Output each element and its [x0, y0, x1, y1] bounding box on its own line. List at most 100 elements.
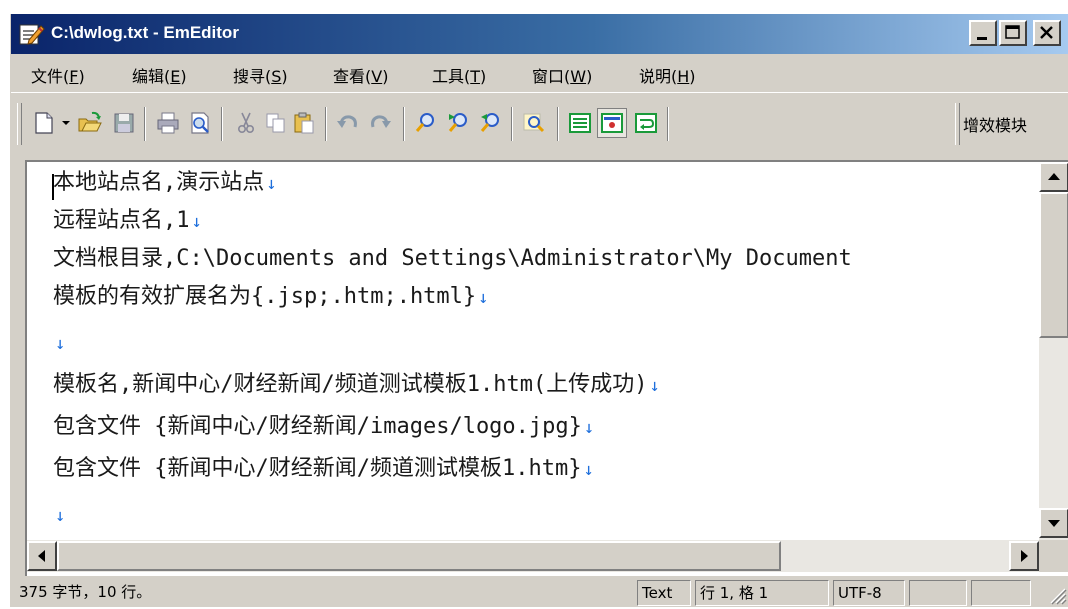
copy-icon — [266, 113, 285, 133]
toolbar-separator — [144, 107, 146, 141]
show-marks-icon — [601, 113, 623, 133]
redo-button[interactable] — [367, 110, 393, 136]
horizontal-scrollbar[interactable] — [27, 540, 1039, 572]
arrow-up-icon — [1048, 173, 1060, 180]
scroll-left-button[interactable] — [27, 541, 57, 571]
open-button[interactable] — [77, 110, 103, 136]
text-area[interactable]: 本地站点名,演示站点 ↓ 远程站点名,1 ↓ 文档根目录,C:\Documents … — [27, 162, 1039, 540]
find-button[interactable] — [413, 110, 439, 136]
menu-edit[interactable]: 编辑(E) — [132, 63, 187, 87]
find-icon — [415, 113, 434, 132]
menu-window[interactable]: 窗口(W) — [532, 63, 592, 87]
maximize-button[interactable] — [999, 20, 1027, 46]
text-line[interactable]: 本地站点名,演示站点 ↓ — [53, 164, 277, 202]
word-wrap-icon — [569, 113, 591, 133]
menu-help[interactable]: 说明(H) — [639, 63, 696, 87]
title-bar[interactable]: C:\dwlog.txt - EmEditor — [11, 14, 1068, 54]
editor-pane[interactable]: 本地站点名,演示站点 ↓ 远程站点名,1 ↓ 文档根目录,C:\Documents … — [25, 160, 1068, 576]
close-button[interactable] — [1033, 20, 1061, 46]
undo-icon — [337, 115, 357, 128]
cut-icon — [238, 112, 255, 134]
new-file-button[interactable] — [31, 110, 57, 136]
vertical-scroll-thumb[interactable] — [1039, 192, 1068, 338]
status-position[interactable]: 行 1, 格 1 — [695, 580, 829, 606]
status-bar: 375 字节，10 行。 Text 行 1, 格 1 UTF-8 — [11, 577, 1068, 607]
find-previous-icon — [480, 113, 499, 132]
arrow-down-icon — [1048, 520, 1060, 527]
highlight-search-button[interactable] — [521, 110, 547, 136]
eol-marker: ↓ — [583, 418, 595, 438]
emeditor-window: C:\dwlog.txt - EmEditor 文件(F) 编辑(E) 搜寻(S… — [10, 14, 1068, 607]
plugins-toolbar-label[interactable]: 增效模块 — [963, 112, 1027, 136]
toolbar-separator — [511, 107, 513, 141]
save-button[interactable] — [111, 110, 137, 136]
toolbar-separator — [325, 107, 327, 141]
word-wrap-button[interactable] — [567, 110, 593, 136]
window-title: C:\dwlog.txt - EmEditor — [51, 23, 239, 42]
toolbar-separator — [403, 107, 405, 141]
scroll-right-button[interactable] — [1009, 541, 1039, 571]
eol-marker: ↓ — [478, 288, 489, 308]
text-line[interactable]: 包含文件 {新闻中心/财经新闻/频道测试模板1.htm} ↓ — [53, 450, 594, 488]
maximize-icon — [1005, 25, 1020, 39]
copy-button[interactable] — [263, 110, 289, 136]
find-previous-button[interactable] — [477, 110, 503, 136]
scroll-up-button[interactable] — [1039, 162, 1068, 192]
save-icon — [114, 113, 134, 133]
emeditor-app-icon[interactable] — [19, 22, 45, 46]
eol-marker: ↓ — [191, 212, 202, 232]
print-icon — [157, 112, 179, 134]
status-encoding[interactable]: UTF-8 — [833, 580, 905, 606]
paste-button[interactable] — [291, 110, 317, 136]
vertical-scrollbar[interactable] — [1039, 162, 1068, 540]
toolbar: 增效模块 — [11, 92, 1068, 157]
menu-tools[interactable]: 工具(T) — [432, 63, 486, 87]
text-line[interactable]: 文档根目录,C:\Documents and Settings\Administ… — [53, 240, 852, 278]
text-line[interactable]: 模板的有效扩展名为{.jsp;.htm;.html} ↓ — [53, 278, 488, 316]
print-preview-icon — [191, 112, 209, 134]
toggle-wrap-button[interactable] — [633, 110, 659, 136]
resize-grip-icon[interactable] — [1045, 583, 1067, 605]
menu-search[interactable]: 搜寻(S) — [233, 63, 288, 87]
toolbar-separator — [221, 107, 223, 141]
scroll-down-button[interactable] — [1039, 508, 1068, 538]
text-line[interactable]: 模板名,新闻中心/财经新闻/频道测试模板1.htm(上传成功) ↓ — [53, 366, 660, 404]
toolbar-separator — [667, 107, 669, 141]
menu-bar: 文件(F) 编辑(E) 搜寻(S) 查看(V) 工具(T) 窗口(W) 说明(H… — [11, 54, 1068, 92]
find-next-icon — [448, 113, 467, 132]
status-pane-empty — [971, 580, 1031, 606]
text-line[interactable]: 包含文件 {新闻中心/财经新闻/images/logo.jpg} ↓ — [53, 408, 594, 446]
text-line[interactable]: ↓ — [53, 324, 65, 362]
print-preview-button[interactable] — [187, 110, 213, 136]
eol-marker: ↓ — [266, 174, 277, 194]
eol-marker: ↓ — [649, 376, 660, 396]
cut-button[interactable] — [233, 110, 259, 136]
new-file-dropdown[interactable] — [59, 110, 73, 136]
toolbar-grip[interactable] — [17, 103, 22, 145]
minimize-button[interactable] — [969, 20, 997, 46]
text-line[interactable]: ↓ — [53, 496, 65, 534]
arrow-right-icon — [1021, 550, 1028, 562]
menu-file[interactable]: 文件(F) — [31, 63, 85, 87]
status-info: 375 字节，10 行。 — [19, 583, 152, 601]
show-marks-button[interactable] — [597, 108, 627, 138]
print-button[interactable] — [155, 110, 181, 136]
status-pane-empty — [909, 580, 967, 606]
menu-view[interactable]: 查看(V) — [333, 63, 388, 87]
paste-icon — [294, 112, 314, 134]
highlight-search-icon — [523, 113, 545, 133]
dropdown-arrow-icon — [62, 121, 70, 125]
eol-marker: ↓ — [55, 506, 66, 526]
minimize-icon — [977, 37, 987, 40]
status-mode[interactable]: Text — [637, 580, 691, 606]
find-next-button[interactable] — [445, 110, 471, 136]
toolbar-grip[interactable] — [955, 103, 960, 145]
eol-marker: ↓ — [583, 460, 594, 480]
toggle-wrap-icon — [635, 113, 657, 133]
text-line[interactable]: 远程站点名,1 ↓ — [53, 202, 202, 240]
scrollbar-corner — [1039, 540, 1068, 572]
horizontal-scroll-thumb[interactable] — [57, 541, 781, 571]
arrow-left-icon — [38, 550, 45, 562]
toolbar-separator — [557, 107, 559, 141]
undo-button[interactable] — [335, 110, 361, 136]
